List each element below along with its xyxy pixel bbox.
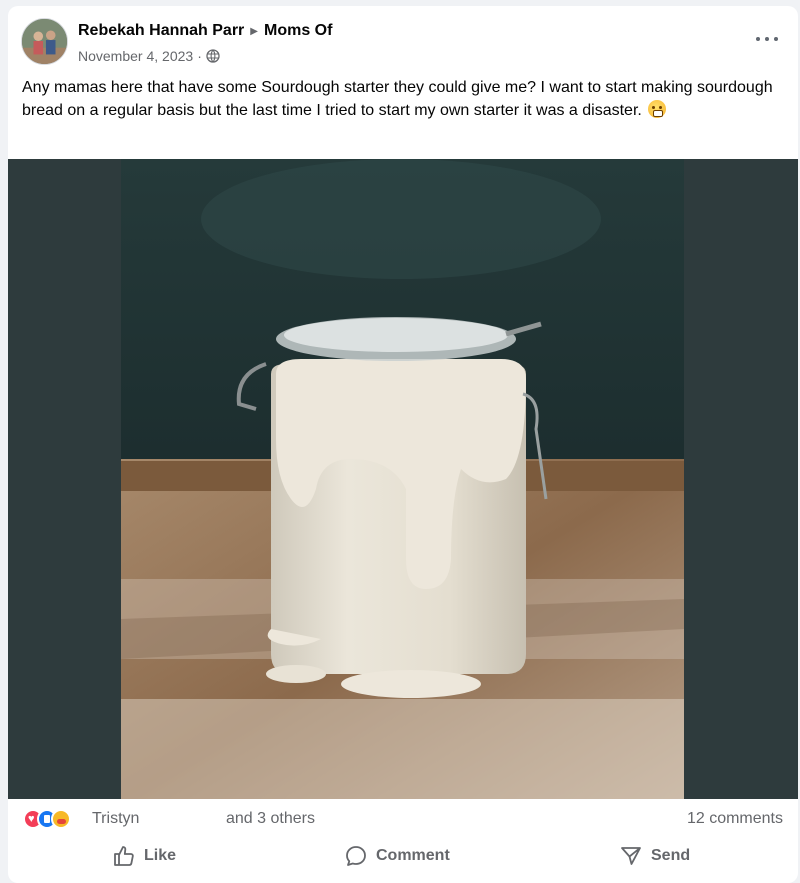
like-button[interactable]: Like	[112, 841, 176, 871]
author-avatar[interactable]	[21, 18, 68, 65]
send-button[interactable]: Send	[619, 841, 690, 871]
group-name[interactable]: Moms Of	[264, 22, 332, 40]
comments-count[interactable]: 12 comments	[687, 810, 783, 828]
send-label: Send	[651, 847, 691, 864]
send-icon	[621, 847, 641, 865]
post-message: Any mamas here that have some Sourdough …	[22, 76, 782, 122]
care-icon	[51, 809, 71, 829]
comment-label: Comment	[376, 847, 450, 864]
reactions-others[interactable]: and 3 others	[226, 810, 315, 828]
post-header: Rebekah Hannah Parr ▶ Moms Of November 4…	[8, 6, 798, 74]
post-photo[interactable]	[121, 159, 684, 799]
grimacing-face-emoji	[648, 100, 667, 118]
post-meta: November 4, 2023 ·	[78, 48, 220, 64]
author-line: Rebekah Hannah Parr ▶ Moms Of	[78, 22, 332, 40]
like-label: Like	[144, 847, 177, 864]
post-actions: Like Comment Send	[8, 837, 798, 877]
reaction-icons[interactable]	[23, 809, 83, 829]
thumbs-up-icon	[114, 846, 134, 866]
post-media[interactable]	[8, 159, 798, 799]
comment-button[interactable]: Comment	[344, 841, 450, 871]
reactor-name[interactable]: Tristyn	[92, 810, 139, 828]
more-dot-icon	[765, 37, 769, 41]
feed-post: Rebekah Hannah Parr ▶ Moms Of November 4…	[8, 6, 798, 883]
more-dot-icon	[774, 37, 778, 41]
author-name[interactable]: Rebekah Hannah Parr	[78, 22, 244, 40]
more-options-button[interactable]	[756, 32, 778, 46]
reactions-bar: Tristyn and 3 others 12 comments	[8, 803, 798, 833]
more-dot-icon	[756, 37, 760, 41]
meta-separator: ·	[197, 48, 202, 64]
sourdough-jar-photo	[121, 159, 684, 799]
post-date[interactable]: November 4, 2023	[78, 48, 193, 64]
globe-icon	[206, 49, 220, 63]
caret-right-icon: ▶	[250, 25, 258, 37]
comment-bubble-icon	[346, 846, 366, 866]
